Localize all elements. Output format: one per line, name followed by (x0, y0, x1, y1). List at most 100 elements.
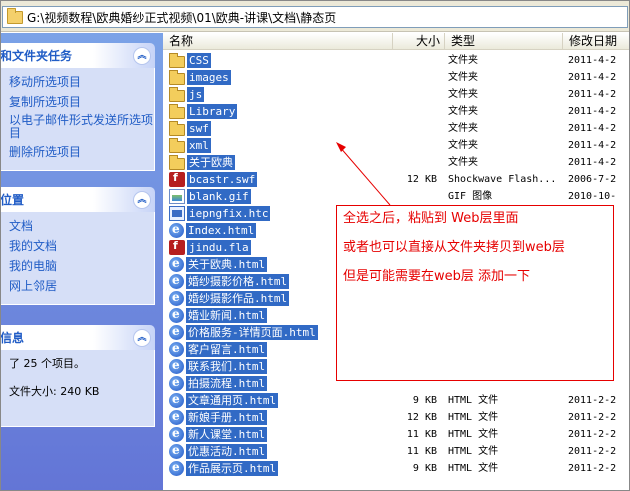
file-size: 9 KB (412, 463, 437, 474)
address-path: G:\视频数程\欧典婚纱正式视频\01\欧典-讲课\文档\静态页 (27, 10, 337, 25)
panel-title: 和文件夹任务 (0, 49, 73, 63)
file-name-cell[interactable]: js (169, 86, 205, 103)
file-name-cell[interactable]: 关于欧典.html (169, 256, 268, 273)
file-row[interactable]: 关于欧典 文件夹 2011-4-2 (163, 154, 630, 171)
collapse-chevron-icon[interactable]: ︽ (133, 46, 151, 65)
file-row[interactable]: Library 文件夹 2011-4-2 (163, 103, 630, 120)
file-date: 2011-4-2 (568, 123, 617, 134)
collapse-chevron-icon[interactable]: ︽ (133, 190, 151, 209)
collapse-chevron-icon[interactable]: ︽ (133, 328, 151, 347)
html-icon (169, 375, 184, 391)
file-row[interactable]: blank.gif GIF 图像 2010-10- (163, 188, 630, 205)
file-name-cell[interactable]: xml (169, 137, 211, 154)
file-size (385, 52, 437, 69)
column-size[interactable]: 大小 (393, 33, 445, 50)
file-date: 2006-7-2 (568, 174, 617, 185)
file-size (385, 86, 437, 103)
file-date: 2011-4-2 (568, 55, 617, 66)
file-name-cell[interactable]: 拍摄流程.html (169, 375, 268, 392)
html-icon (169, 426, 184, 442)
file-name: 婚纱摄影作品.html (186, 291, 290, 306)
file-size (385, 120, 437, 137)
file-date: 2011-4-2 (568, 106, 617, 117)
file-name-cell[interactable]: Index.html (169, 222, 257, 239)
file-date: 2011-4-2 (568, 157, 617, 168)
task-link[interactable]: 删除所选项目 (9, 144, 154, 160)
column-type[interactable]: 类型 (445, 33, 563, 50)
file-date: 2011-2-2 (568, 446, 617, 457)
task-link[interactable]: 复制所选项目 (9, 94, 154, 110)
file-name-cell[interactable]: 客户留言.html (169, 341, 268, 358)
file-name-cell[interactable]: 作品展示页.html (169, 460, 279, 477)
other-places-body: 文档我的文档我的电脑网上邻居 (0, 212, 155, 305)
file-name-cell[interactable]: images (169, 69, 231, 86)
file-type: HTML 文件 (448, 446, 499, 457)
file-type: 文件夹 (448, 72, 478, 83)
file-name-cell[interactable]: bcastr.swf (169, 171, 258, 188)
file-name: 新娘手册.html (186, 410, 268, 425)
place-link[interactable]: 文档 (9, 218, 154, 234)
place-link[interactable]: 网上邻居 (9, 278, 154, 294)
place-link[interactable]: 我的文档 (9, 238, 154, 254)
file-name-cell[interactable]: swf (169, 120, 211, 137)
place-link[interactable]: 我的电脑 (9, 258, 154, 274)
address-field[interactable]: G:\视频数程\欧典婚纱正式视频\01\欧典-讲课\文档\静态页 (2, 6, 628, 28)
file-name-cell[interactable]: 关于欧典 (169, 154, 235, 171)
file-name: bcastr.swf (187, 172, 258, 187)
address-bar-area: G:\视频数程\欧典婚纱正式视频\01\欧典-讲课\文档\静态页 (0, 0, 630, 32)
panel-title: 信息 (0, 331, 25, 345)
file-name: jindu.fla (187, 240, 251, 255)
column-name[interactable]: 名称 (163, 33, 393, 50)
file-row[interactable]: CSS 文件夹 2011-4-2 (163, 52, 630, 69)
file-name-cell[interactable]: Library (169, 103, 238, 120)
detail-line: 了 25 个项目。 (9, 357, 85, 370)
file-name-cell[interactable]: 婚业新闻.html (169, 307, 268, 324)
file-size: 11 KB (406, 429, 437, 440)
file-name-cell[interactable]: 婚纱摄影价格.html (169, 273, 290, 290)
file-row[interactable]: 新人课堂.html 11 KB HTML 文件 2011-2-2 (163, 426, 630, 443)
folder-icon (169, 120, 185, 136)
file-name: 优惠活动.html (186, 444, 268, 459)
file-name-cell[interactable]: blank.gif (169, 188, 251, 205)
file-type: Shockwave Flash... (448, 174, 557, 185)
file-row[interactable]: 新娘手册.html 12 KB HTML 文件 2011-2-2 (163, 409, 630, 426)
file-name-cell[interactable]: iepngfix.htc (169, 205, 271, 222)
html-icon (169, 358, 184, 374)
file-type: 文件夹 (448, 106, 478, 117)
file-name-cell[interactable]: 价格服务-详情页面.html (169, 324, 318, 341)
file-name-cell[interactable]: 文章通用页.html (169, 392, 279, 409)
other-places-panel: 位置 ︽ 文档我的文档我的电脑网上邻居 (0, 187, 155, 305)
other-places-header[interactable]: 位置 ︽ (0, 187, 155, 212)
file-row[interactable]: 作品展示页.html 9 KB HTML 文件 2011-2-2 (163, 460, 630, 477)
file-folder-tasks-header[interactable]: 和文件夹任务 ︽ (0, 43, 155, 68)
html-icon (169, 307, 184, 323)
task-link[interactable]: 以电子邮件形式发送所选项目 (9, 114, 154, 140)
file-row[interactable]: swf 文件夹 2011-4-2 (163, 120, 630, 137)
file-size: 12 KB (406, 174, 437, 185)
file-name-cell[interactable]: CSS (169, 52, 211, 69)
file-name-cell[interactable]: jindu.fla (169, 239, 251, 256)
file-name: 婚业新闻.html (186, 308, 268, 323)
details-header[interactable]: 信息 ︽ (0, 325, 155, 350)
file-name-cell[interactable]: 优惠活动.html (169, 443, 268, 460)
task-link[interactable]: 移动所选项目 (9, 74, 154, 90)
column-date[interactable]: 修改日期 (563, 33, 630, 50)
file-name-cell[interactable]: 新娘手册.html (169, 409, 268, 426)
file-name-cell[interactable]: 联系我们.html (169, 358, 268, 375)
file-row[interactable]: 优惠活动.html 11 KB HTML 文件 2011-2-2 (163, 443, 630, 460)
file-row[interactable]: bcastr.swf 12 KB Shockwave Flash... 2006-7-… (163, 171, 630, 188)
file-name-cell[interactable]: 新人课堂.html (169, 426, 268, 443)
image-icon (169, 189, 185, 204)
file-name: 价格服务-详情页面.html (186, 325, 318, 340)
file-name: Index.html (186, 223, 257, 238)
html-icon (169, 460, 184, 476)
file-size: 11 KB (406, 446, 437, 457)
file-row[interactable]: images 文件夹 2011-4-2 (163, 69, 630, 86)
file-date: 2011-4-2 (568, 72, 617, 83)
file-row[interactable]: xml 文件夹 2011-4-2 (163, 137, 630, 154)
column-header: 名称 大小 类型 修改日期 (163, 33, 630, 50)
file-name-cell[interactable]: 婚纱摄影作品.html (169, 290, 290, 307)
file-row[interactable]: 文章通用页.html 9 KB HTML 文件 2011-2-2 (163, 392, 630, 409)
file-row[interactable]: js 文件夹 2011-4-2 (163, 86, 630, 103)
folder-icon (169, 137, 185, 153)
